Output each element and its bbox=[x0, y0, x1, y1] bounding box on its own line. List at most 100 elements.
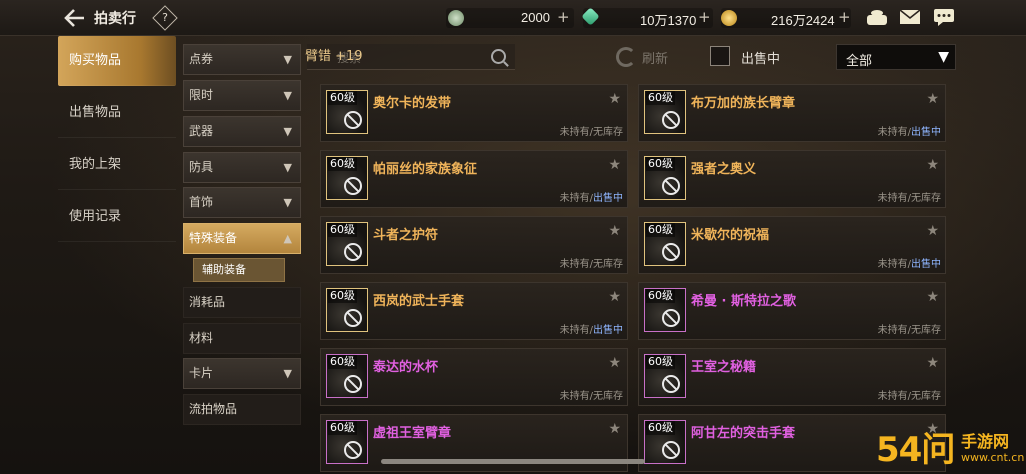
menu-my-listings[interactable]: 我的上架 bbox=[58, 140, 176, 190]
item-level: 60级 bbox=[328, 223, 357, 237]
favorite-star-icon[interactable]: ★ bbox=[926, 223, 939, 239]
item-level: 60级 bbox=[328, 91, 357, 105]
subcategory-item[interactable]: 辅助装备 bbox=[193, 258, 285, 282]
refresh-icon[interactable] bbox=[616, 47, 636, 67]
watermark-logo-text: 54问 bbox=[876, 430, 955, 470]
dropdown-value: 全部 bbox=[846, 54, 873, 69]
mail-icon[interactable] bbox=[898, 7, 922, 27]
item-card[interactable]: 60级 王室之秘籍 ★ 未持有/无库存 bbox=[638, 348, 946, 406]
help-button[interactable]: ? bbox=[152, 5, 178, 31]
category-item[interactable]: 点券 ▼ bbox=[183, 44, 301, 75]
item-icon: 60级 bbox=[326, 354, 368, 398]
favorite-star-icon[interactable]: ★ bbox=[608, 421, 621, 437]
item-name: 泰达的水杯 bbox=[373, 360, 439, 375]
item-name: 帕丽丝的家族象征 bbox=[373, 162, 478, 177]
stock-status: 无库存 bbox=[911, 391, 941, 402]
prohibited-icon bbox=[662, 441, 680, 459]
item-card[interactable]: 60级 希曼 · 斯特拉之歌 ★ 未持有/无库存 bbox=[638, 282, 946, 340]
ownership-status: 未持有 bbox=[877, 391, 908, 402]
category-item[interactable]: 首饰 ▼ bbox=[183, 187, 301, 218]
item-name: 西岚的武士手套 bbox=[373, 294, 465, 309]
search-icon[interactable] bbox=[491, 49, 506, 64]
ownership-status: 未持有 bbox=[559, 193, 590, 204]
page-title: 拍卖行 bbox=[94, 11, 136, 27]
item-status: 未持有/无库存 bbox=[878, 387, 941, 402]
selling-filter-label: 出售中 bbox=[741, 52, 781, 67]
category-item[interactable]: 材料 bbox=[183, 323, 301, 354]
currency-value: 10万1370 bbox=[640, 13, 697, 28]
item-card[interactable]: 60级 斗者之护符 ★ 未持有/无库存 bbox=[320, 216, 628, 274]
back-arrow-icon[interactable] bbox=[64, 8, 86, 28]
favorite-star-icon[interactable]: ★ bbox=[926, 157, 939, 173]
menu-buy-items[interactable]: 购买物品 bbox=[58, 36, 176, 86]
stock-status: 无库存 bbox=[593, 127, 623, 138]
menu-usage-history[interactable]: 使用记录 bbox=[58, 192, 176, 242]
favorite-star-icon[interactable]: ★ bbox=[608, 355, 621, 371]
gold-coin-icon bbox=[721, 10, 737, 26]
item-icon: 60级 bbox=[644, 288, 686, 332]
filter-dropdown[interactable]: 全部 ▼ bbox=[836, 44, 956, 70]
currency-gold: 216万2424 + bbox=[721, 8, 851, 28]
currency-gem: 10万1370 + bbox=[581, 7, 713, 28]
stock-status: 无库存 bbox=[911, 193, 941, 204]
category-item[interactable]: 卡片 ▼ bbox=[183, 358, 301, 389]
prohibited-icon bbox=[344, 177, 362, 195]
item-icon: 60级 bbox=[644, 90, 686, 134]
chevron-down-icon: ▼ bbox=[283, 367, 292, 380]
menu-sell-items[interactable]: 出售物品 bbox=[58, 88, 176, 138]
item-icon: 60级 bbox=[644, 156, 686, 200]
item-card[interactable]: 60级 泰达的水杯 ★ 未持有/无库存 bbox=[320, 348, 628, 406]
favorite-star-icon[interactable]: ★ bbox=[608, 223, 621, 239]
chevron-down-icon: ▼ bbox=[938, 49, 949, 65]
category-label: 卡片 bbox=[189, 366, 214, 380]
bag-icon[interactable] bbox=[865, 7, 889, 27]
prohibited-icon bbox=[662, 375, 680, 393]
chevron-down-icon: ▼ bbox=[283, 53, 292, 66]
favorite-star-icon[interactable]: ★ bbox=[926, 91, 939, 107]
item-card[interactable]: 60级 奥尔卡的发带 ★ 未持有/无库存 bbox=[320, 84, 628, 142]
chat-icon[interactable] bbox=[932, 7, 956, 27]
favorite-star-icon[interactable]: ★ bbox=[608, 289, 621, 305]
favorite-star-icon[interactable]: ★ bbox=[608, 91, 621, 107]
green-gem-icon bbox=[581, 7, 600, 26]
item-icon: 60级 bbox=[644, 222, 686, 266]
favorite-star-icon[interactable]: ★ bbox=[608, 157, 621, 173]
item-card[interactable]: 60级 米歇尔的祝福 ★ 未持有/出售中 bbox=[638, 216, 946, 274]
stock-status: 出售中 bbox=[593, 325, 623, 336]
refresh-label[interactable]: 刷新 bbox=[642, 48, 668, 67]
item-icon: 60级 bbox=[326, 222, 368, 266]
item-level: 60级 bbox=[646, 421, 675, 435]
item-card[interactable]: 60级 强者之奥义 ★ 未持有/无库存 bbox=[638, 150, 946, 208]
chevron-down-icon: ▼ bbox=[283, 125, 292, 138]
favorite-star-icon[interactable]: ★ bbox=[926, 355, 939, 371]
favorite-star-icon[interactable]: ★ bbox=[926, 289, 939, 305]
item-status: 未持有/出售中 bbox=[560, 189, 623, 204]
ownership-status: 未持有 bbox=[559, 259, 590, 270]
add-currency-button[interactable]: + bbox=[698, 8, 711, 26]
selling-filter-checkbox[interactable] bbox=[710, 46, 730, 66]
add-currency-button[interactable]: + bbox=[557, 8, 570, 26]
add-currency-button[interactable]: + bbox=[838, 8, 851, 26]
item-name: 布万加的族长臂章 bbox=[691, 96, 796, 111]
item-card[interactable]: 60级 西岚的武士手套 ★ 未持有/出售中 bbox=[320, 282, 628, 340]
category-item[interactable]: 防具 ▼ bbox=[183, 152, 301, 183]
item-icon: 60级 bbox=[326, 156, 368, 200]
item-level: 60级 bbox=[646, 355, 675, 369]
chevron-down-icon: ▼ bbox=[283, 196, 292, 209]
watermark-text: 手游网 bbox=[961, 432, 1010, 451]
category-item[interactable]: 限时 ▼ bbox=[183, 80, 301, 111]
item-card[interactable]: 60级 帕丽丝的家族象征 ★ 未持有/出售中 bbox=[320, 150, 628, 208]
item-name: 王室之秘籍 bbox=[691, 360, 757, 375]
horizontal-scrollbar[interactable] bbox=[381, 459, 645, 464]
category-item[interactable]: 流拍物品 bbox=[183, 394, 301, 425]
category-item[interactable]: 消耗品 bbox=[183, 287, 301, 318]
item-card[interactable]: 60级 布万加的族长臂章 ★ 未持有/出售中 bbox=[638, 84, 946, 142]
category-item-open[interactable]: 特殊装备 ▲ bbox=[183, 223, 301, 254]
item-name: 虚祖王室臂章 bbox=[373, 426, 452, 441]
item-name: 希曼 · 斯特拉之歌 bbox=[691, 294, 796, 309]
item-status: 未持有/无库存 bbox=[878, 321, 941, 336]
chevron-down-icon: ▼ bbox=[283, 161, 292, 174]
category-item[interactable]: 武器 ▼ bbox=[183, 116, 301, 147]
item-level: 60级 bbox=[646, 91, 675, 105]
item-status: 未持有/无库存 bbox=[560, 255, 623, 270]
